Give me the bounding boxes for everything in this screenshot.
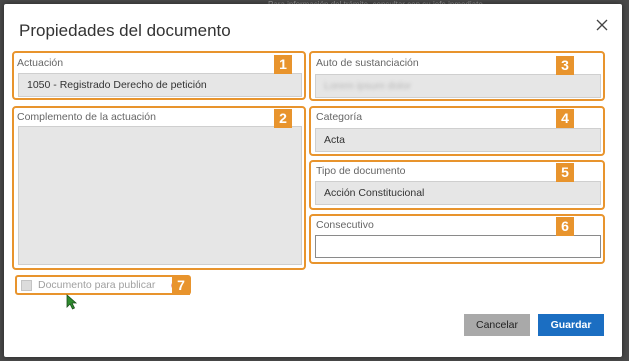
actuacion-field: 1050 - Registrado Derecho de petición bbox=[18, 73, 302, 97]
close-icon[interactable] bbox=[595, 18, 609, 32]
marker-4: 4 bbox=[556, 109, 574, 128]
mouse-cursor-icon bbox=[66, 294, 78, 310]
categoria-label: Categoría bbox=[316, 111, 363, 123]
publish-checkbox[interactable] bbox=[21, 280, 32, 291]
complemento-label: Complemento de la actuación bbox=[17, 111, 156, 123]
consecutivo-input[interactable] bbox=[315, 235, 601, 258]
marker-7: 7 bbox=[172, 276, 190, 295]
consecutivo-label: Consecutivo bbox=[316, 219, 374, 231]
categoria-value: Acta bbox=[324, 134, 346, 146]
auto-value: Lorem ipsum dolor bbox=[324, 80, 411, 92]
complemento-textarea bbox=[18, 126, 302, 265]
publish-highlight: Documento para publicar bbox=[15, 275, 191, 295]
auto-label: Auto de sustanciación bbox=[316, 57, 419, 69]
marker-1: 1 bbox=[274, 55, 292, 74]
actuacion-value: 1050 - Registrado Derecho de petición bbox=[27, 79, 207, 91]
publish-label: Documento para publicar bbox=[38, 279, 156, 291]
tipo-label: Tipo de documento bbox=[316, 165, 406, 177]
tipo-value: Acción Constitucional bbox=[324, 187, 425, 199]
marker-6: 6 bbox=[556, 217, 574, 236]
marker-3: 3 bbox=[556, 56, 574, 75]
auto-field: Lorem ipsum dolor bbox=[315, 74, 601, 98]
cancel-button[interactable]: Cancelar bbox=[464, 314, 530, 336]
document-properties-dialog: Propiedades del documento Actuación 1050… bbox=[4, 4, 622, 357]
actuacion-label: Actuación bbox=[17, 57, 64, 69]
marker-2: 2 bbox=[274, 109, 292, 128]
save-button[interactable]: Guardar bbox=[538, 314, 604, 336]
tipo-field: Acción Constitucional bbox=[315, 181, 601, 205]
categoria-field: Acta bbox=[315, 128, 601, 152]
marker-5: 5 bbox=[556, 163, 574, 182]
dialog-title: Propiedades del documento bbox=[19, 21, 231, 40]
